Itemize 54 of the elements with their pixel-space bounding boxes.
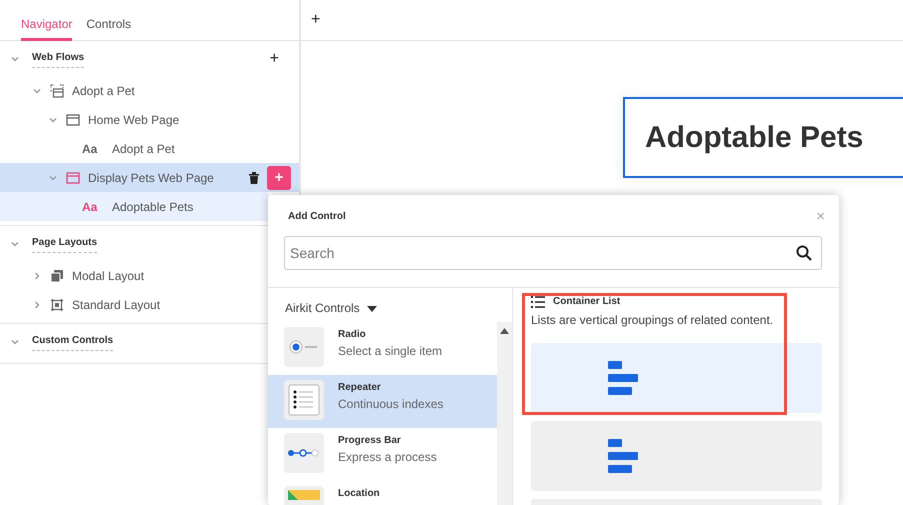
page-heading: Adoptable Pets (623, 97, 903, 178)
trash-icon (249, 172, 259, 184)
scrollbar[interactable] (497, 322, 512, 505)
search-field[interactable]: Search (284, 236, 822, 270)
tree-row[interactable]: Home Web Page (0, 105, 268, 134)
control-name: Radio (338, 328, 367, 342)
list-icon (531, 296, 545, 308)
progress-control-icon (284, 433, 324, 473)
variant-card[interactable] (531, 343, 822, 413)
tree-item-label[interactable]: Adoptable Pets (112, 198, 194, 216)
tree-item-label[interactable]: Modal Layout (72, 266, 144, 284)
caret-icon (367, 306, 378, 312)
section-title: Web Flows (32, 50, 84, 68)
control-description: Continuous indexes (338, 396, 444, 413)
tree-row[interactable]: Aa Adoptable Pets (0, 192, 268, 221)
list-layout-icon (608, 360, 638, 396)
repeater-control-icon (284, 380, 324, 420)
radio-control-icon (284, 327, 324, 367)
preview-description: Lists are vertical groupings of related content. (531, 312, 774, 329)
tree-item-label[interactable]: Adopt a Pet (72, 82, 135, 100)
tree-item-label[interactable]: Standard Layout (72, 296, 160, 314)
variant-card[interactable] (531, 421, 822, 491)
text-type-icon: Aa (82, 198, 104, 216)
dialog-title: Add Control (288, 210, 346, 224)
tree-item-label[interactable]: Adopt a Pet (112, 140, 175, 158)
preview-title: Container List (553, 295, 620, 309)
control-name: Repeater (338, 381, 382, 395)
control-description: Express a process (338, 449, 437, 466)
tree-item-label[interactable]: Home Web Page (88, 110, 180, 128)
tree-row[interactable]: Display Pets Web Page + (0, 163, 299, 192)
control-list-item[interactable]: Progress Bar Express a process (268, 428, 497, 481)
tree-item-label[interactable]: Display Pets Web Page (88, 168, 214, 186)
tree-row[interactable]: Standard Layout (0, 290, 268, 319)
tab[interactable]: Controls (86, 0, 132, 41)
add-button[interactable]: + (266, 50, 283, 66)
section-title: Custom Controls (32, 332, 114, 350)
control-name: Location (338, 487, 380, 501)
control-list-item[interactable]: Location (268, 481, 497, 505)
library-dropdown[interactable]: Airkit Controls (268, 288, 512, 322)
add-button[interactable]: + (311, 8, 320, 32)
control-description: Select a single item (338, 343, 442, 360)
tab[interactable]: Navigator (21, 0, 72, 41)
add-button[interactable]: + (267, 166, 291, 190)
tree-row[interactable]: Adopt a Pet (0, 76, 268, 105)
control-list-item[interactable]: Repeater Continuous indexes (268, 375, 497, 428)
search-icon (796, 245, 812, 261)
control-list-item[interactable]: Radio Select a single item (268, 322, 497, 375)
section-title: Page Layouts (32, 234, 98, 252)
list-layout-icon (608, 438, 638, 474)
tree-row[interactable]: Aa Adopt a Pet (0, 134, 268, 163)
text-type-icon: Aa (82, 140, 104, 158)
control-name: Progress Bar (338, 434, 402, 448)
scroll-up-icon (500, 328, 509, 334)
tree-row[interactable]: Modal Layout (0, 261, 268, 290)
